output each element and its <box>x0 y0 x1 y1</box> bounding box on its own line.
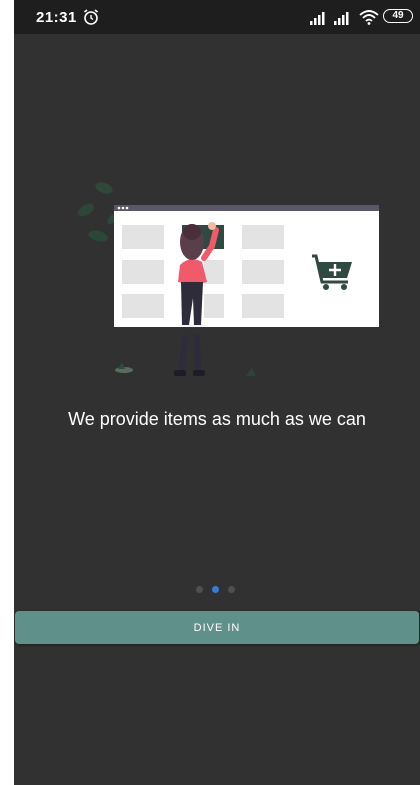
wifi-icon <box>359 10 379 25</box>
status-time: 21:31 <box>36 9 77 26</box>
page-dot-3 <box>228 586 235 593</box>
status-bar: 21:31 49 <box>14 0 420 34</box>
signal-icon <box>310 12 325 25</box>
battery-icon: 49 <box>383 9 413 23</box>
battery-level: 49 <box>392 10 404 21</box>
alarm-icon <box>84 9 98 25</box>
shopping-illustration <box>77 182 379 376</box>
onboarding-headline: We provide items as much as we can <box>68 409 366 429</box>
signal-icon-2 <box>334 12 349 25</box>
page-dot-active <box>212 586 219 593</box>
app-screen: 21:31 49 We provide items as much as we … <box>14 0 420 785</box>
page-dot-1 <box>196 586 203 593</box>
dive-in-button[interactable]: DIVE IN <box>15 611 419 644</box>
